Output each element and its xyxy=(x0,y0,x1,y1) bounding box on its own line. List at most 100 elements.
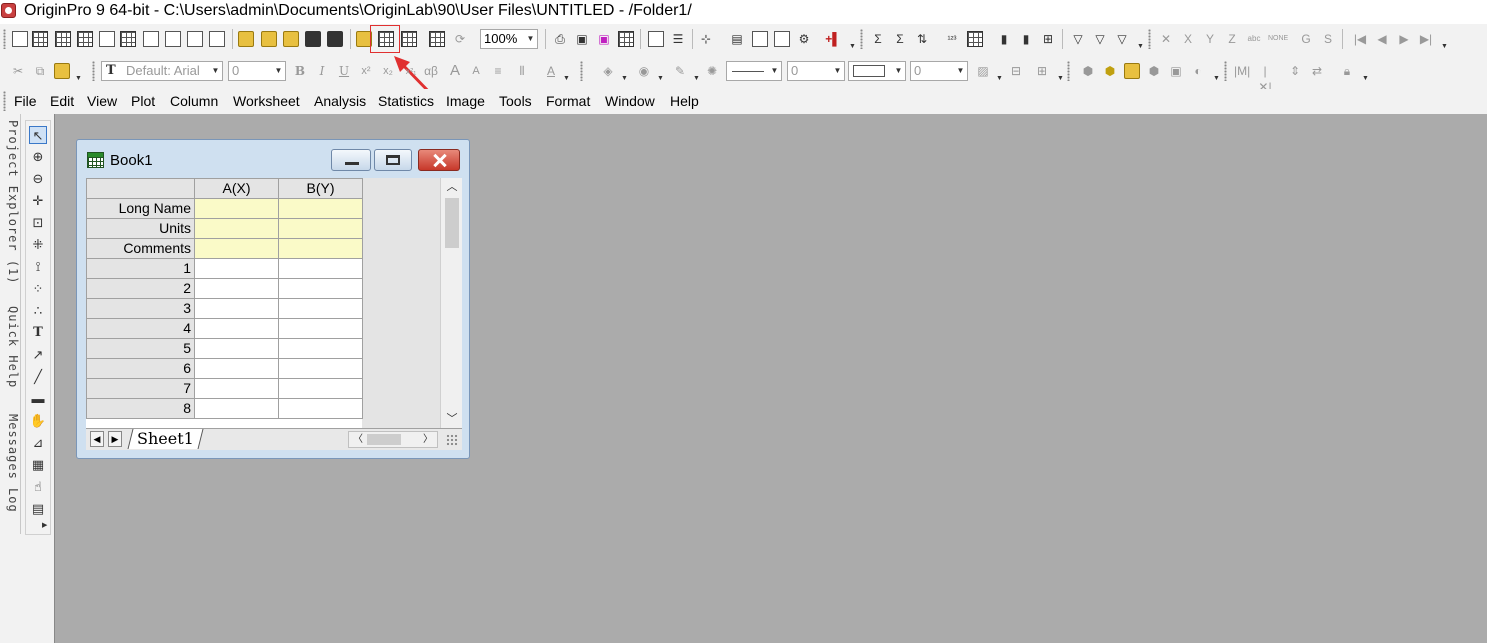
column-header-b[interactable]: B(Y) xyxy=(278,178,363,199)
lock-icon[interactable]: 🔒︎ xyxy=(1339,63,1355,79)
chevron-down-icon[interactable]: ▼ xyxy=(954,62,967,80)
chevron-down-icon[interactable]: ▼ xyxy=(563,75,570,82)
data-cell[interactable] xyxy=(194,258,279,279)
open-template-icon[interactable] xyxy=(261,31,277,47)
line-color-icon[interactable]: ✎ xyxy=(672,63,688,79)
scrollbar-thumb[interactable] xyxy=(445,198,459,248)
chevron-left-icon[interactable]: 〈 xyxy=(351,432,365,447)
column-header-a[interactable]: A(X) xyxy=(194,178,279,199)
paste-icon[interactable] xyxy=(54,63,70,79)
project-explorer-tab[interactable]: Project Explorer (1) xyxy=(0,120,20,285)
row-header[interactable]: 2 xyxy=(86,278,195,299)
data-cell[interactable] xyxy=(278,298,363,319)
fill-row-numbers-icon[interactable] xyxy=(967,31,983,47)
data-cell[interactable] xyxy=(194,358,279,379)
row-header[interactable]: 7 xyxy=(86,378,195,399)
data-cell[interactable] xyxy=(194,338,279,359)
corner-cell[interactable] xyxy=(86,178,195,199)
mask-points-tool-icon[interactable]: ∴ xyxy=(29,302,47,320)
symbol-icon[interactable]: ✺ xyxy=(704,63,720,79)
toolbar-overflow-icon[interactable]: ▼ xyxy=(1441,43,1448,50)
film-strip-icon[interactable] xyxy=(618,31,634,47)
increase-font-button[interactable]: A xyxy=(447,63,463,79)
chevron-down-icon[interactable]: ▼ xyxy=(831,62,844,80)
set-column-x-button[interactable]: X xyxy=(1180,31,1196,47)
data-cell[interactable] xyxy=(194,398,279,419)
workbook-title-bar[interactable]: Book1 xyxy=(77,140,469,178)
cell-long-name-b[interactable] xyxy=(278,198,363,219)
menu-tools[interactable]: Tools xyxy=(499,93,532,109)
row-header-comments[interactable]: Comments xyxy=(86,238,195,259)
toolbar-overflow-icon[interactable]: ▼ xyxy=(1057,75,1064,82)
print-icon[interactable]: ⎙ xyxy=(552,31,568,47)
data-cell[interactable] xyxy=(278,338,363,359)
tab-prev-icon[interactable]: ◀ xyxy=(90,431,104,447)
toolbar-overflow-icon[interactable]: ▼ xyxy=(75,75,82,82)
sort-icon[interactable]: ⇅ xyxy=(914,31,930,47)
move-left-icon[interactable]: ◀ xyxy=(1374,31,1390,47)
column-width-icon[interactable]: ⦀ xyxy=(514,63,530,79)
set-as-label-icon[interactable]: abc xyxy=(1246,31,1262,47)
zoom-out-tool-icon[interactable]: ⊖ xyxy=(29,170,47,188)
row-header[interactable]: 4 xyxy=(86,318,195,339)
toolbar-overflow-icon[interactable]: ▼ xyxy=(1213,75,1220,82)
row-header-units[interactable]: Units xyxy=(86,218,195,239)
decrease-font-button[interactable]: A xyxy=(468,63,484,79)
data-cell[interactable] xyxy=(194,278,279,299)
unmask-icon[interactable]: |✕| xyxy=(1257,63,1273,94)
italic-button[interactable]: I xyxy=(314,63,330,79)
menu-worksheet[interactable]: Worksheet xyxy=(233,93,300,109)
rectangle-tool-icon[interactable]: ▬ xyxy=(29,390,47,408)
data-cell[interactable] xyxy=(278,398,363,419)
unlock-object-icon[interactable]: ◐ xyxy=(1190,63,1206,79)
insert-object-icon[interactable]: ▤ xyxy=(29,500,47,518)
data-cell[interactable] xyxy=(278,258,363,279)
statistics-on-columns-icon[interactable]: Σ xyxy=(892,31,908,47)
text-color-button[interactable]: A xyxy=(543,63,559,79)
data-reader-tool-icon[interactable]: ⊡ xyxy=(29,214,47,232)
new-project-icon[interactable] xyxy=(12,31,28,47)
new-3d-plot-icon[interactable] xyxy=(143,31,159,47)
new-notes-icon[interactable] xyxy=(187,31,203,47)
move-object-icon[interactable]: ☝ xyxy=(29,478,47,496)
disregard-column-icon[interactable]: ✕ xyxy=(1158,31,1174,47)
toolbar-overflow-icon[interactable]: ▼ xyxy=(849,43,856,50)
new-matrix-icon[interactable] xyxy=(99,31,115,47)
scrollbar-thumb[interactable] xyxy=(367,434,401,445)
reapply-filter-icon[interactable]: ▽ xyxy=(1114,31,1130,47)
code-builder-icon[interactable] xyxy=(648,31,664,47)
menu-plot[interactable]: Plot xyxy=(131,93,155,109)
border-combo[interactable]: ▼ xyxy=(848,61,906,81)
menu-column[interactable]: Column xyxy=(170,93,218,109)
minimize-button[interactable] xyxy=(331,149,371,171)
row-header[interactable]: 1 xyxy=(86,258,195,279)
slide-show-icon[interactable]: ▣ xyxy=(574,31,590,47)
swap-icon[interactable]: ⇕ xyxy=(1287,63,1303,79)
set-subgroup-button[interactable]: S xyxy=(1320,31,1336,47)
move-to-first-icon[interactable]: |◀ xyxy=(1352,31,1368,47)
open-icon[interactable] xyxy=(238,31,254,47)
save-template-icon[interactable] xyxy=(327,31,343,47)
zoom-combo[interactable]: 100% ▼ xyxy=(480,29,538,49)
data-cell[interactable] xyxy=(194,318,279,339)
set-as-none-icon[interactable]: NONE xyxy=(1268,31,1288,47)
underline-button[interactable]: U xyxy=(336,63,352,79)
row-header[interactable]: 3 xyxy=(86,298,195,319)
insert-graph-icon[interactable]: ⊿ xyxy=(29,434,47,452)
chevron-down-icon[interactable]: ▼ xyxy=(693,75,700,82)
hand-tool-icon[interactable]: ✋ xyxy=(29,412,47,430)
object-manager-icon[interactable] xyxy=(1124,63,1140,79)
messages-log-tab[interactable]: Messages Log xyxy=(0,414,20,513)
arrow-tool-icon[interactable]: ↗ xyxy=(29,346,47,364)
menu-view[interactable]: View xyxy=(87,93,117,109)
command-window-icon[interactable]: ▤ xyxy=(729,31,745,47)
row-header-long-name[interactable]: Long Name xyxy=(86,198,195,219)
zoom-in-tool-icon[interactable]: ⊕ xyxy=(29,148,47,166)
subscript-button[interactable]: x₂ xyxy=(380,63,396,79)
menu-file[interactable]: File xyxy=(14,93,37,109)
tab-sheet1[interactable]: Sheet1 xyxy=(127,429,204,449)
data-cell[interactable] xyxy=(194,378,279,399)
chevron-down-icon[interactable]: ﹀ xyxy=(441,410,463,428)
import-multiple-ascii-icon[interactable] xyxy=(401,31,417,47)
screen-reader-tool-icon[interactable]: ✛ xyxy=(29,192,47,210)
